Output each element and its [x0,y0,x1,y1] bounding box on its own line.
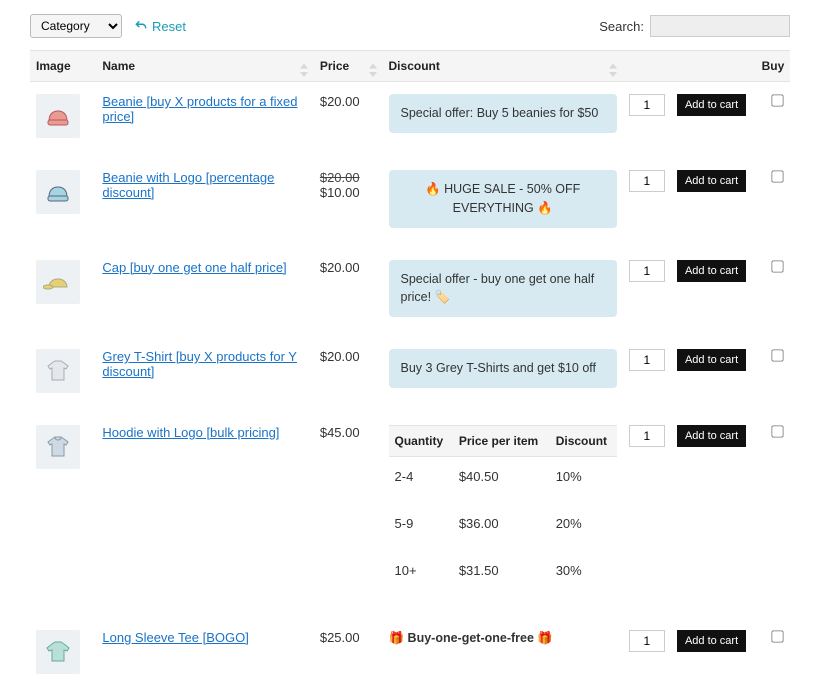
product-thumb[interactable] [36,630,80,674]
col-header-name[interactable]: Name [96,51,313,82]
bulk-row: 10+ $31.50 30% [389,551,617,598]
buy-checkbox[interactable] [771,349,783,361]
tshirt-icon [43,356,73,386]
beanie-blue-icon [43,177,73,207]
bulk-col-ppi: Price per item [453,426,550,457]
add-to-cart-button[interactable]: Add to cart [677,630,746,652]
col-header-discount[interactable]: Discount [383,51,623,82]
col-header-price[interactable]: Price [314,51,383,82]
price: $20.00 [320,94,377,109]
buy-checkbox[interactable] [771,170,783,182]
buy-checkbox[interactable] [771,630,783,642]
add-to-cart-button[interactable]: Add to cart [677,94,746,116]
product-thumb[interactable] [36,94,80,138]
toolbar-left: Category Reset [30,14,186,38]
table-row: Grey T-Shirt [buy X products for Y disco… [30,337,790,413]
reset-label: Reset [152,19,186,34]
product-link[interactable]: Grey T-Shirt [buy X products for Y disco… [102,349,297,379]
price: $25.00 [320,630,377,645]
buy-checkbox[interactable] [771,425,783,437]
table-row: Cap [buy one get one half price] $20.00 Sp… [30,248,790,338]
longsleeve-icon [43,637,73,667]
bulk-col-qty: Quantity [389,426,453,457]
beanie-pink-icon [43,101,73,131]
add-to-cart-button[interactable]: Add to cart [677,425,746,447]
bogo-text: 🎁 Buy-one-get-one-free 🎁 [389,631,553,645]
offer-box: Special offer - buy one get one half pri… [389,260,617,318]
product-link[interactable]: Beanie with Logo [percentage discount] [102,170,274,200]
bulk-col-disc: Discount [550,426,617,457]
qty-input[interactable] [629,630,665,652]
product-link[interactable]: Long Sleeve Tee [BOGO] [102,630,248,645]
table-row: Beanie [buy X products for a fixed price… [30,82,790,159]
table-row: Beanie with Logo [percentage discount] $2… [30,158,790,248]
offer-box: 🔥 HUGE SALE - 50% OFF EVERYTHING 🔥 [389,170,617,228]
add-to-cart-button[interactable]: Add to cart [677,170,746,192]
col-header-add [671,51,756,82]
price-old: $20.00 [320,170,377,185]
col-header-buy[interactable]: Buy [756,51,790,82]
price: $20.00 [320,260,377,275]
qty-input[interactable] [629,425,665,447]
qty-input[interactable] [629,349,665,371]
search-label: Search: [599,19,644,34]
cap-icon [43,267,73,297]
product-thumb[interactable] [36,260,80,304]
table-row: Long Sleeve Tee [BOGO] $25.00 🎁 Buy-one-ge… [30,618,790,694]
col-header-image[interactable]: Image [30,51,96,82]
add-to-cart-button[interactable]: Add to cart [677,260,746,282]
price: $45.00 [320,425,377,440]
bulk-row: 2-4 $40.50 10% [389,457,617,505]
qty-input[interactable] [629,170,665,192]
price: $10.00 [320,185,377,200]
qty-input[interactable] [629,260,665,282]
product-thumb[interactable] [36,170,80,214]
product-thumb[interactable] [36,349,80,393]
price: $20.00 [320,349,377,364]
add-to-cart-button[interactable]: Add to cart [677,349,746,371]
undo-icon [134,19,148,33]
search-input[interactable] [650,15,790,37]
category-select[interactable]: Category [30,14,122,38]
products-table: Image Name Price Discount Buy Beanie [bu… [30,50,790,694]
bulk-row: 5-9 $36.00 20% [389,504,617,551]
product-thumb[interactable] [36,425,80,469]
buy-checkbox[interactable] [771,260,783,272]
hoodie-icon [43,432,73,462]
toolbar-right: Search: [599,15,790,37]
col-header-qty [623,51,671,82]
toolbar: Category Reset Search: [30,14,790,38]
product-link[interactable]: Beanie [buy X products for a fixed price… [102,94,297,124]
buy-checkbox[interactable] [771,94,783,106]
offer-box: Buy 3 Grey T-Shirts and get $10 off [389,349,617,388]
qty-input[interactable] [629,94,665,116]
reset-link[interactable]: Reset [134,19,186,34]
table-row: Hoodie with Logo [bulk pricing] $45.00 Qu… [30,413,790,618]
product-link[interactable]: Hoodie with Logo [bulk pricing] [102,425,279,440]
product-link[interactable]: Cap [buy one get one half price] [102,260,286,275]
bulk-pricing-table: Quantity Price per item Discount 2-4 $40… [389,425,617,598]
offer-box: Special offer: Buy 5 beanies for $50 [389,94,617,133]
